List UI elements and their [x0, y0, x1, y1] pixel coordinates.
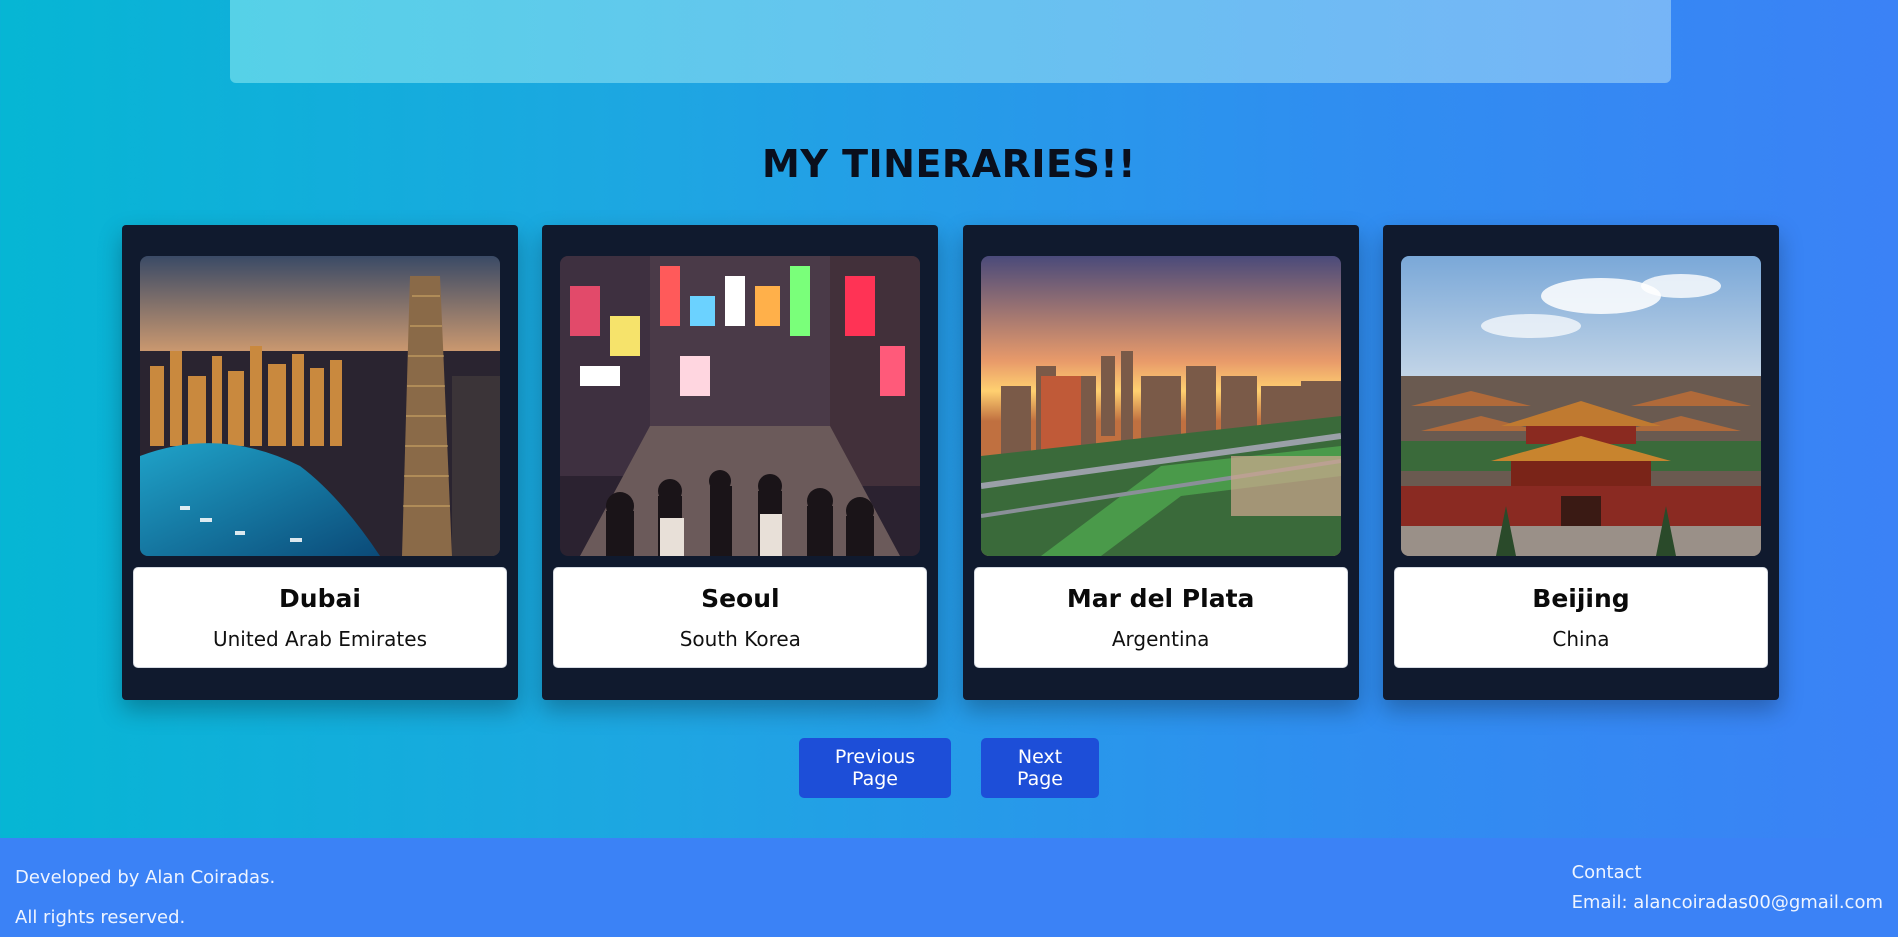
card-country-name: United Arab Emirates	[212, 627, 427, 651]
card-city-name: Seoul	[701, 584, 780, 613]
mar-del-plata-city-image	[980, 256, 1341, 556]
card-info: Beijing China	[1393, 567, 1768, 668]
card-country-name: Argentina	[1111, 627, 1210, 651]
seoul-street-image	[560, 256, 921, 556]
rights-notice: All rights reserved.	[15, 907, 186, 928]
card-info: Seoul South Korea	[553, 567, 928, 668]
pagination: Previous Page Next Page	[0, 738, 1898, 798]
city-card-beijing[interactable]: Beijing China	[1382, 225, 1779, 700]
beijing-palace-image	[1400, 256, 1761, 556]
previous-page-button[interactable]: Previous Page	[799, 738, 951, 798]
card-country-name: China	[1552, 627, 1610, 651]
itineraries-grid: Dubai United Arab Emirates Seoul South K…	[122, 225, 1779, 700]
footer-credits: Developed by Alan Coiradas. All rights r…	[15, 858, 275, 937]
contact-email[interactable]: Email: alancoiradas00@gmail.com	[1572, 888, 1883, 918]
dubai-skyline-image	[140, 256, 500, 556]
hero-panel	[230, 0, 1671, 83]
card-city-name: Mar del Plata	[1066, 584, 1255, 613]
developer-credit: Developed by Alan Coiradas.	[15, 867, 276, 888]
card-city-name: Beijing	[1532, 584, 1630, 613]
contact-heading: Contact	[1571, 862, 1642, 883]
card-country-name: South Korea	[679, 627, 801, 651]
city-card-seoul[interactable]: Seoul South Korea	[542, 225, 939, 700]
footer-contact: Contact Email: alancoiradas00@gmail.com	[1572, 858, 1883, 918]
city-card-mar-del-plata[interactable]: Mar del Plata Argentina	[962, 225, 1359, 700]
site-footer: Developed by Alan Coiradas. All rights r…	[0, 838, 1898, 937]
page-title: MY TINERARIES!!	[762, 142, 1136, 186]
card-info: Mar del Plata Argentina	[973, 567, 1348, 668]
card-info: Dubai United Arab Emirates	[133, 567, 507, 668]
next-page-button[interactable]: Next Page	[981, 738, 1099, 798]
city-card-dubai[interactable]: Dubai United Arab Emirates	[122, 225, 518, 700]
card-city-name: Dubai	[279, 584, 361, 613]
